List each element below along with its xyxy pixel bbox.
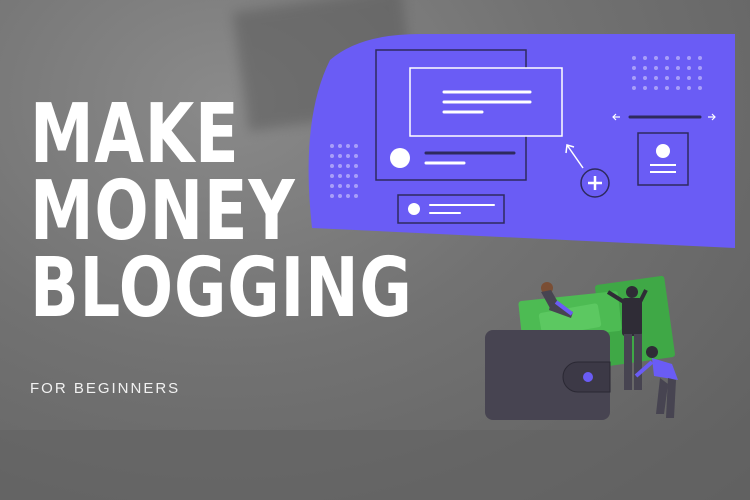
avatar-circle [390, 148, 410, 168]
wallet [485, 330, 611, 420]
website-panel [308, 34, 735, 248]
illustration [308, 34, 735, 420]
